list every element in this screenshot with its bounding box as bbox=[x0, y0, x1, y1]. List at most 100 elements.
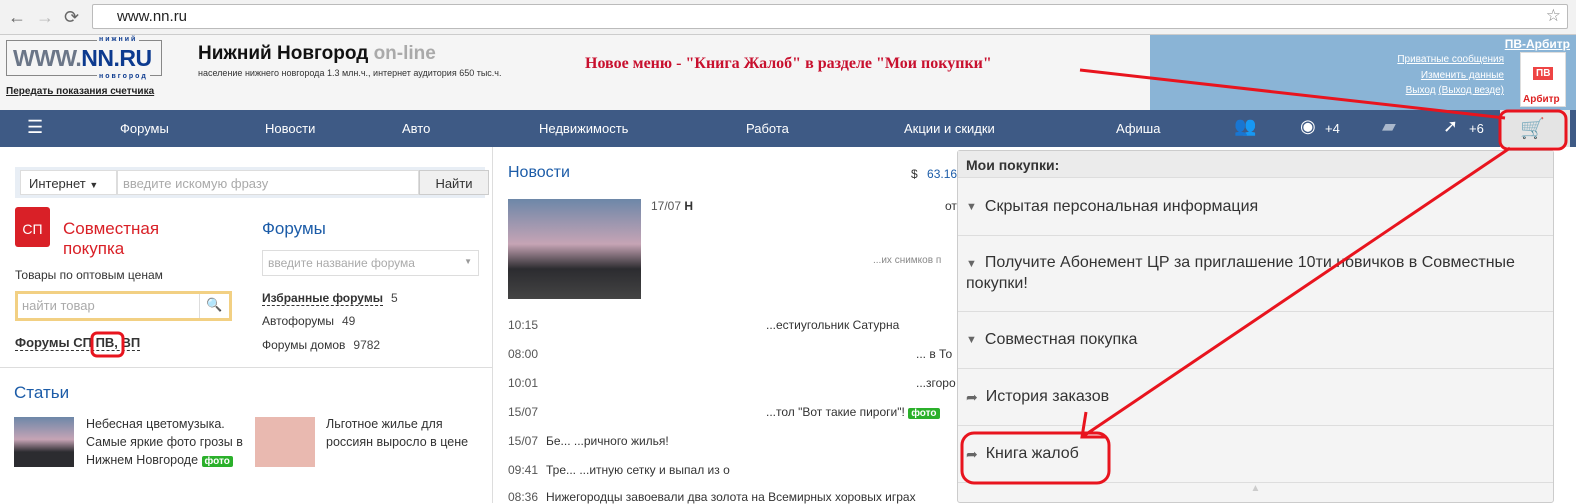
dropdown-title: Мои покупки: bbox=[958, 151, 1553, 178]
joint-purchase-bag-icon[interactable]: СП bbox=[15, 207, 50, 247]
menu-item-subscription[interactable]: ▼ Получите Абонемент ЦР за приглашение 10… bbox=[958, 236, 1553, 312]
eye-icon[interactable]: ◉ bbox=[1300, 116, 1316, 137]
logout-link[interactable]: Выход bbox=[1406, 85, 1436, 96]
chat-icon[interactable]: ▰ bbox=[1382, 116, 1396, 137]
forum-count: 9782 bbox=[353, 338, 381, 352]
rate-value: 63.16 bbox=[927, 167, 958, 181]
article-item[interactable]: Льготное жилье для россиян выросло в цен… bbox=[326, 415, 476, 451]
logo-nn: NN.RU bbox=[81, 45, 152, 71]
product-search-input[interactable]: найти товар bbox=[22, 298, 95, 313]
news-title[interactable]: Новости bbox=[508, 164, 570, 182]
site-header: нижний WWW.NN.RU новгород Нижний Новгоро… bbox=[0, 35, 1576, 110]
search-input[interactable]: введите искомую фразу bbox=[117, 170, 419, 195]
nav-jobs[interactable]: Работа bbox=[746, 121, 789, 136]
back-button[interactable]: ← bbox=[8, 7, 26, 28]
address-bar[interactable]: www.nn.ru ☆ bbox=[92, 4, 1568, 29]
menu-item-label: Скрытая персональная информация bbox=[984, 197, 1259, 215]
private-messages-link[interactable]: Приватные сообщения bbox=[1397, 54, 1504, 65]
search-bar: Интернет ▼ введите искомую фразу Найти bbox=[15, 167, 489, 198]
news-row[interactable]: 08:36 Нижегородцы завоевали два золота на… bbox=[508, 490, 916, 504]
search-button[interactable]: Найти bbox=[419, 170, 489, 195]
nav-afisha[interactable]: Афиша bbox=[1116, 121, 1160, 136]
site-subtitle: население нижнего новгорода 1.3 млн.ч., … bbox=[198, 68, 502, 78]
hamburger-menu-icon[interactable]: ☰ bbox=[27, 117, 43, 138]
main-nav: ☰ Форумы Новости Авто Недвижимость Работ… bbox=[0, 110, 1576, 147]
forums-pv-link[interactable]: ПВ, bbox=[96, 335, 118, 350]
top-news[interactable]: 17/07 Н bbox=[651, 199, 693, 213]
nav-auto[interactable]: Авто bbox=[402, 121, 430, 136]
news-image[interactable] bbox=[508, 199, 641, 299]
menu-item-joint-purchase[interactable]: ▼ Совместная покупка bbox=[958, 312, 1553, 369]
news-row[interactable]: 15/07 Бе... ...ричного жилья! bbox=[508, 434, 669, 448]
news-row[interactable]: 15/07 ...тол "Вот такие пироги"! фото bbox=[508, 405, 940, 419]
photo-badge: фото bbox=[908, 408, 940, 419]
forum-label: Избранные форумы bbox=[262, 291, 383, 306]
forums-sp-link[interactable]: Форумы СП bbox=[15, 335, 92, 350]
forums-vp-link[interactable]: ВП bbox=[122, 335, 141, 350]
bookmark-star-icon[interactable]: ☆ bbox=[1546, 6, 1561, 26]
photo-badge: фото bbox=[201, 456, 233, 467]
sp-forums-links: Форумы СП ПВ, ВП bbox=[15, 335, 141, 351]
title-text: Нижний Новгород bbox=[198, 43, 369, 64]
title-suffix: on-line bbox=[373, 43, 436, 64]
avatar[interactable]: ПВ Арбитр bbox=[1520, 52, 1566, 107]
forums-title[interactable]: Форумы bbox=[262, 219, 326, 239]
forum-row[interactable]: Автофорумы 49 bbox=[262, 314, 355, 328]
articles-title[interactable]: Статьи bbox=[14, 383, 69, 403]
search-scope-select[interactable]: Интернет ▼ bbox=[20, 170, 117, 195]
news-text: Бе... ...ричного жилья! bbox=[546, 434, 669, 448]
news-time: 08:00 bbox=[508, 347, 539, 361]
views-count: +4 bbox=[1325, 121, 1340, 136]
reload-button[interactable]: ⟳ bbox=[64, 7, 79, 28]
news-time: 09:41 bbox=[508, 463, 539, 477]
currency-symbol: $ bbox=[911, 167, 918, 181]
nav-news[interactable]: Новости bbox=[265, 121, 315, 136]
news-time: 08:36 bbox=[508, 490, 539, 504]
news-row[interactable]: 10:01 ...згоро bbox=[508, 376, 956, 390]
rating-arrow-icon[interactable]: ➚ bbox=[1443, 116, 1458, 137]
user-name-link[interactable]: ПВ-Арбитр bbox=[1505, 37, 1570, 51]
collapse-up-icon[interactable]: ▲ bbox=[958, 483, 1553, 500]
forum-search-select[interactable]: введите название форума ▼ bbox=[262, 250, 479, 276]
avatar-label: Арбитр bbox=[1523, 94, 1560, 105]
news-row[interactable]: 08:00 ... в То bbox=[508, 347, 952, 361]
chevron-down-icon: ▼ bbox=[966, 334, 977, 346]
search-icon[interactable]: 🔍 bbox=[199, 294, 229, 318]
left-column: Интернет ▼ введите искомую фразу Найти С… bbox=[0, 147, 493, 503]
chevron-down-icon: ▼ bbox=[966, 200, 977, 213]
forum-label: Форумы домов bbox=[262, 338, 346, 352]
news-time: 15/07 bbox=[508, 434, 539, 448]
forum-count: 49 bbox=[341, 314, 356, 328]
menu-item-complaints-book[interactable]: ➦ Книга жалоб bbox=[958, 426, 1553, 483]
forum-row[interactable]: Форумы домов 9782 bbox=[262, 338, 380, 352]
browser-toolbar: ← → ⟳ www.nn.ru ☆ bbox=[0, 0, 1576, 35]
joint-purchase-title[interactable]: Совместная покупка bbox=[63, 219, 159, 259]
forum-row[interactable]: Избранные форумы 5 bbox=[262, 291, 398, 306]
forum-label: Автофорумы bbox=[262, 314, 334, 328]
news-row[interactable]: 10:15 ...естиугольник Сатурна bbox=[508, 318, 899, 332]
menu-item-order-history[interactable]: ➦ История заказов bbox=[958, 369, 1553, 426]
basket-icon: 🛒 bbox=[1520, 118, 1545, 140]
article-item[interactable]: Небесная цветомузыка. Самые яркие фото г… bbox=[86, 415, 246, 471]
news-text: ...згоро bbox=[916, 376, 956, 390]
news-time: 10:01 bbox=[508, 376, 539, 390]
menu-item-hidden-info[interactable]: ▼ Скрытая персональная информация bbox=[958, 178, 1553, 236]
share-arrow-icon: ➦ bbox=[966, 388, 978, 405]
share-arrow-icon: ➦ bbox=[966, 445, 978, 462]
article-thumbnail[interactable] bbox=[14, 417, 74, 467]
logout-all-link[interactable]: (Выход везде) bbox=[1438, 85, 1504, 96]
nav-forums[interactable]: Форумы bbox=[120, 121, 169, 136]
news-row[interactable]: 09:41 Тре... ...итную сетку и выпал из о bbox=[508, 463, 730, 477]
nav-realty[interactable]: Недвижимость bbox=[539, 121, 628, 136]
edit-data-link[interactable]: Изменить данные bbox=[1421, 70, 1504, 81]
meter-link[interactable]: Передать показания счетчика bbox=[6, 86, 154, 97]
news-head: Н bbox=[684, 199, 694, 213]
my-purchases-button[interactable]: 🛒 bbox=[1500, 110, 1570, 147]
user-panel: ПВ-Арбитр Приватные сообщения Изменить д… bbox=[1150, 35, 1576, 110]
forward-button[interactable]: → bbox=[36, 7, 54, 28]
site-logo[interactable]: нижний WWW.NN.RU новгород bbox=[6, 36, 162, 80]
friends-icon[interactable]: 👥 bbox=[1234, 116, 1256, 137]
menu-item-label: Получите Абонемент ЦР за приглашение 10т… bbox=[966, 254, 1515, 292]
nav-promos[interactable]: Акции и скидки bbox=[904, 121, 995, 136]
article-thumbnail[interactable] bbox=[255, 417, 315, 467]
